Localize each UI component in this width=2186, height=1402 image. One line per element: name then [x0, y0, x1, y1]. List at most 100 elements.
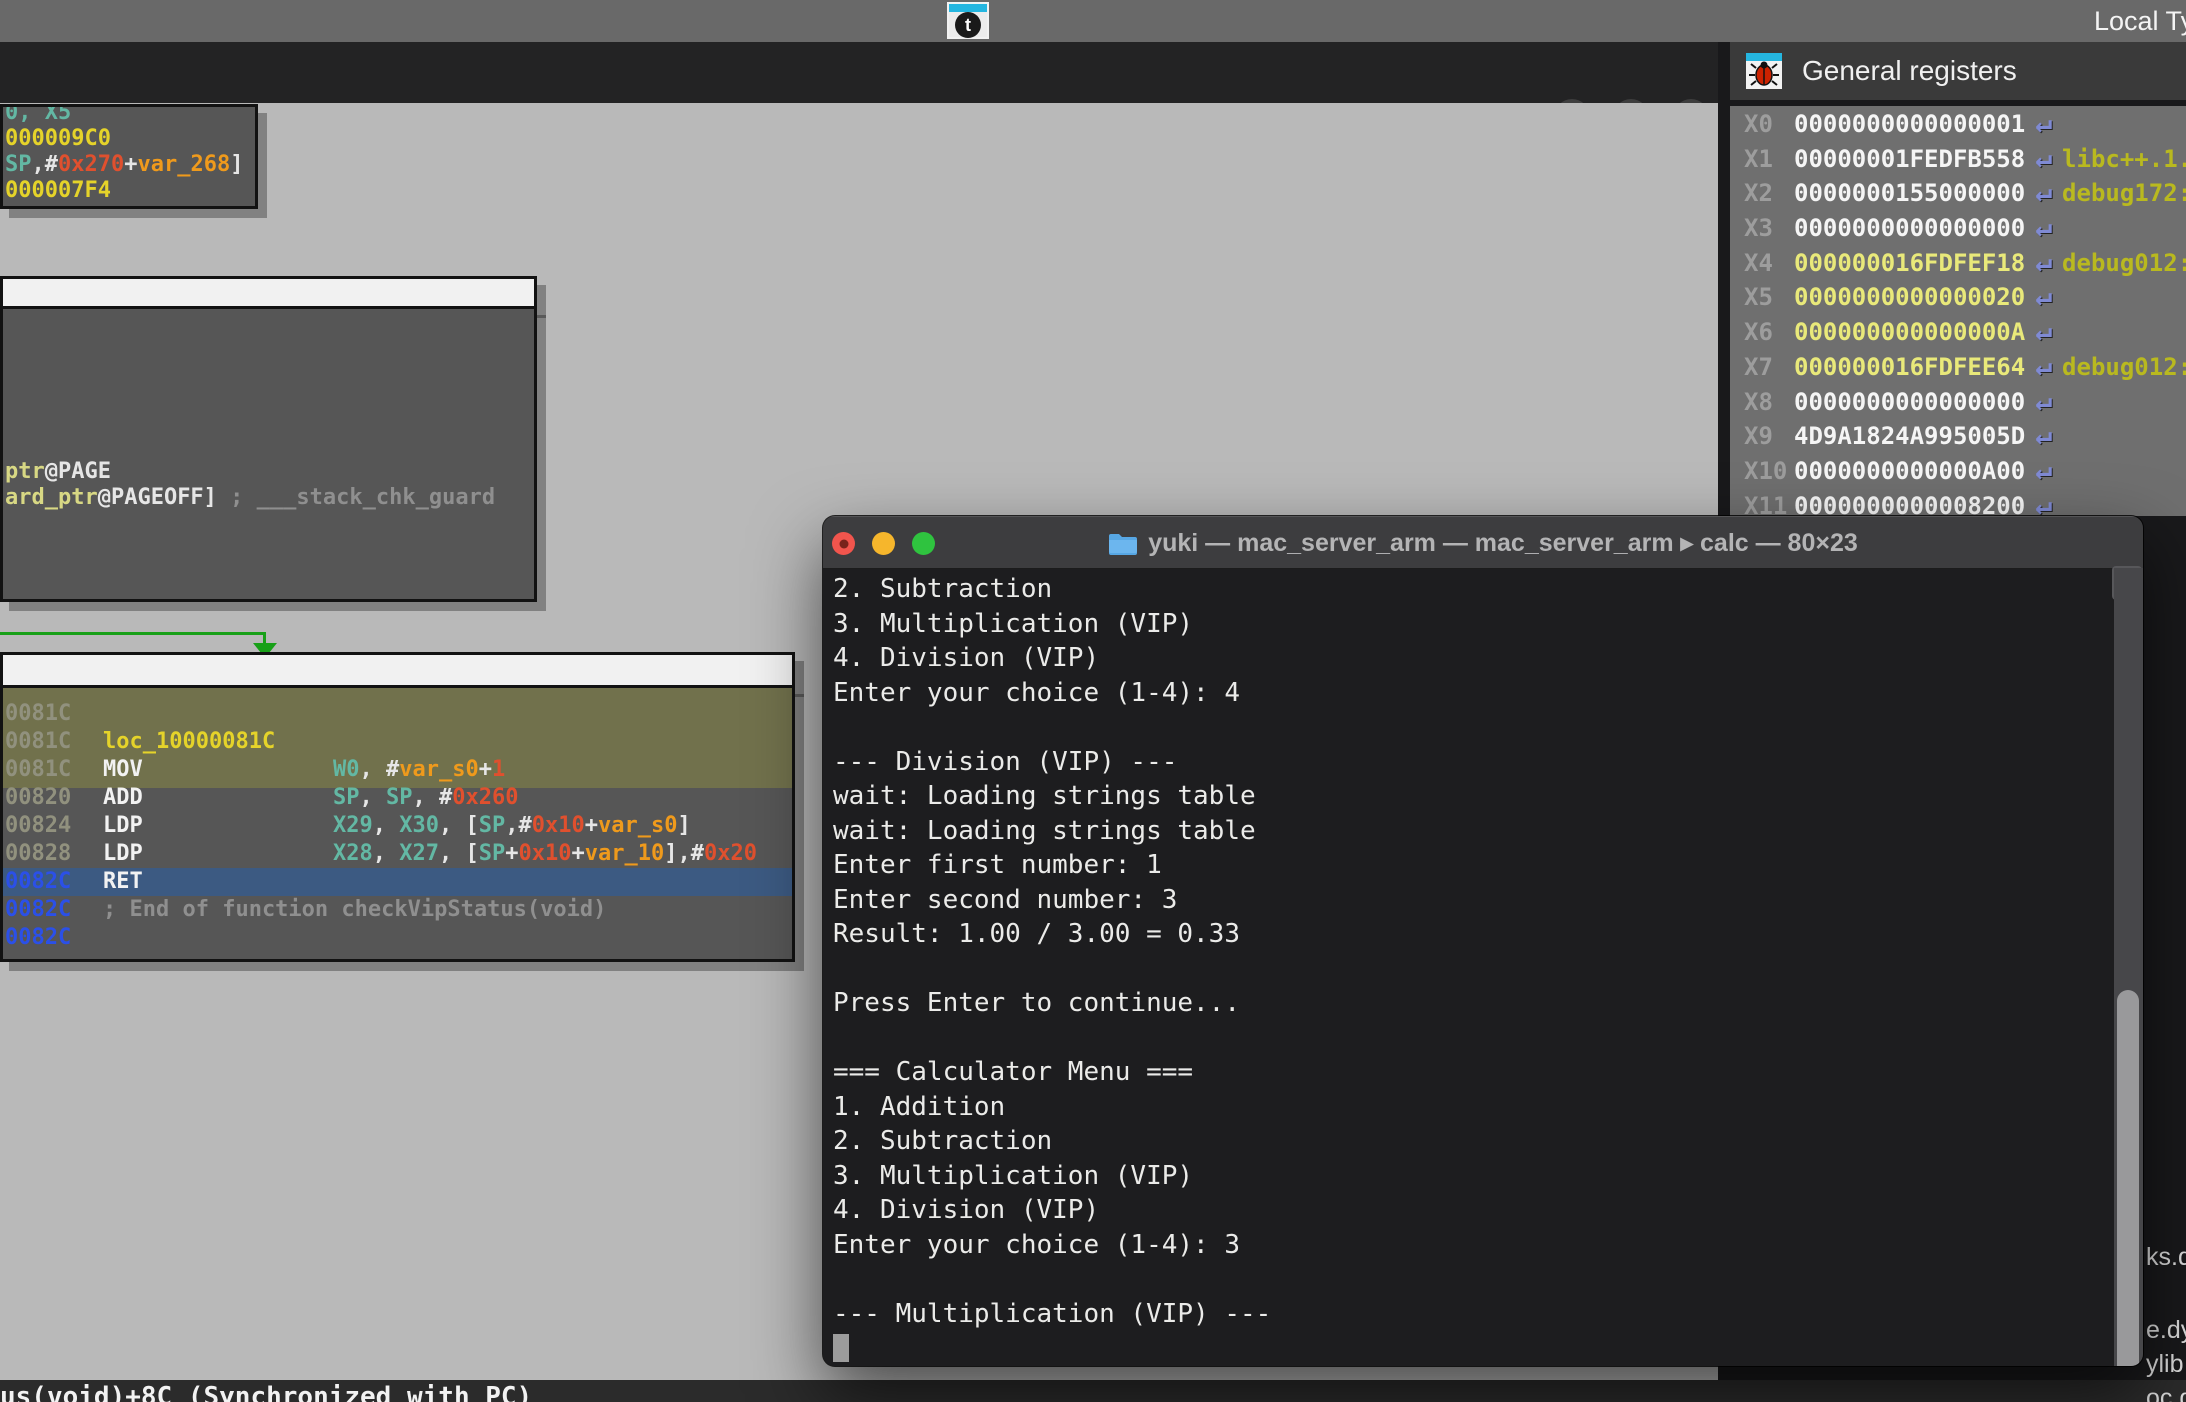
register-row[interactable]: X80000000000000000↵ [1730, 384, 2186, 419]
menu-bar: t Local Ty [0, 0, 2186, 42]
asm-segment: + [479, 757, 492, 782]
terminal-line [833, 1262, 2103, 1297]
terminal-line: 2. Subtraction [833, 1124, 2103, 1159]
register-row[interactable]: X50000000000000020↵ [1730, 279, 2186, 314]
register-row[interactable]: X7000000016FDFEE64↵debug012: [1730, 349, 2186, 384]
asm-operands: X29, X30, [SP,#0x10+var_s0] [333, 813, 691, 838]
asm-row[interactable]: 00824 LDPX29, X30, [SP,#0x10+var_s0] [3, 812, 792, 840]
graph-node-top[interactable]: 0, X5000009C0SP,#0x270+var_268]000007F4 [0, 104, 258, 209]
register-name: X6 [1744, 315, 1794, 350]
modules-panel-sliver: ks.de.dyyliboc.d [2143, 516, 2186, 1396]
return-arrow-icon[interactable]: ↵ [2035, 279, 2052, 312]
graph-node-bottom-header[interactable] [0, 652, 795, 688]
asm-row[interactable]: 0082C [3, 924, 792, 952]
terminal-line: 4. Division (VIP) [833, 1193, 2103, 1228]
module-name-fragment: ylib [2146, 1350, 2184, 1379]
asm-segment: + [505, 841, 518, 866]
asm-segment: , [505, 813, 518, 838]
graph-node-bottom[interactable]: 0081C0081Cloc_10000081C0081CMOVW0, #var_… [0, 685, 795, 962]
asm-row[interactable]: 0082C; End of function checkVipStatus(vo… [3, 896, 792, 924]
register-value: 00000001FEDFB558 [1794, 145, 2025, 173]
asm-segment: 0x10 [532, 813, 585, 838]
register-value: 0000000000000001 [1794, 110, 2025, 138]
register-row[interactable]: X00000000000000001 ↵ [1730, 106, 2186, 141]
terminal-content[interactable]: 2. Subtraction3. Multiplication (VIP)4. … [833, 572, 2103, 1362]
registers-list[interactable]: X00000000000000001↵X100000001FEDFB558↵li… [1730, 106, 2186, 516]
register-row[interactable]: X94D9A1824A995005D↵ [1730, 418, 2186, 453]
asm-segment: SP [333, 785, 360, 810]
asm-row[interactable]: 0081C [3, 700, 792, 728]
return-arrow-icon[interactable]: ↵ [2035, 488, 2052, 516]
asm-segment: var_268 [137, 152, 230, 177]
terminal-line: 1. Addition [833, 1090, 2103, 1125]
asm-row[interactable]: 0082CRET [3, 868, 792, 896]
register-comment: debug012: [2062, 249, 2186, 277]
module-name-fragment: e.dy [2146, 1316, 2186, 1345]
asm-mnemonic: LDP [103, 812, 333, 840]
asm-row[interactable]: 0081Cloc_10000081C [3, 728, 792, 756]
register-name: X3 [1744, 211, 1794, 246]
terminal-scrollbar-track[interactable] [2114, 568, 2143, 1366]
asm-segment: ptr [5, 459, 45, 484]
register-name: X0 [1744, 107, 1794, 142]
register-comment: libc++.1. [2062, 145, 2186, 173]
terminal-line: 3. Multiplication (VIP) [833, 1159, 2103, 1194]
register-row[interactable]: X100000001FEDFB558↵libc++.1. [1730, 141, 2186, 176]
graph-node-mid[interactable]: ptr@PAGEard_ptr@PAGEOFF] ; ___stack_chk_… [0, 306, 537, 602]
return-arrow-icon[interactable]: ↵ [2035, 453, 2052, 486]
return-arrow-icon[interactable]: ↵ [2035, 384, 2052, 417]
register-row[interactable]: X110000000000008200 ↵ [1730, 488, 2186, 516]
return-arrow-icon[interactable]: ↵ [2035, 210, 2052, 243]
asm-operands: SP, SP, #0x260 [333, 785, 518, 810]
app-window-icon[interactable]: t [947, 2, 989, 39]
asm-address: 00828 [5, 840, 71, 868]
asm-line: 000009C0 [5, 126, 255, 152]
bug-window-icon [1746, 53, 1782, 89]
asm-address: 00824 [5, 812, 71, 840]
asm-segment: 0x10 [519, 841, 572, 866]
asm-row[interactable]: 0081CMOVW0, #var_s0+1 [3, 756, 792, 784]
asm-segment: , [32, 152, 45, 177]
terminal-line: Enter first number: 1 [833, 848, 2103, 883]
local-types-label[interactable]: Local Ty [2094, 6, 2186, 37]
register-row[interactable]: X30000000000000000↵ [1730, 210, 2186, 245]
terminal-title-text: yuki — mac_server_arm — mac_server_arm ▸… [1148, 529, 1858, 557]
return-arrow-icon[interactable]: ↵ [2035, 141, 2052, 174]
return-arrow-icon[interactable]: ↵ [2035, 314, 2052, 347]
return-arrow-icon[interactable]: ↵ [2035, 349, 2052, 382]
register-row[interactable]: X6000000000000000A↵ [1730, 314, 2186, 349]
asm-segment: ] [230, 152, 243, 177]
return-arrow-icon[interactable]: ↵ [2035, 418, 2052, 451]
return-arrow-icon[interactable]: ↵ [2035, 175, 2052, 208]
register-row[interactable]: X20000000155000000↵debug172: [1730, 175, 2186, 210]
return-arrow-icon[interactable]: ↵ [2035, 245, 2052, 278]
asm-row[interactable]: 00828LDPX28, X27, [SP+0x10+var_10],#0x20 [3, 840, 792, 868]
asm-line: ard_ptr@PAGEOFF] ; ___stack_chk_guard [5, 485, 534, 511]
register-row[interactable]: X100000000000000A00↵ [1730, 453, 2186, 488]
terminal-line: Enter second number: 3 [833, 883, 2103, 918]
asm-segment: @PAGEOFF] [98, 485, 217, 510]
graph-node-mid-header[interactable] [0, 276, 537, 309]
register-value: 000000016FDFEF18 [1794, 249, 2025, 277]
register-name: X5 [1744, 280, 1794, 315]
terminal-window[interactable]: yuki — mac_server_arm — mac_server_arm ▸… [823, 516, 2143, 1366]
asm-segment: X30 [399, 813, 439, 838]
register-value: 0000000155000000 [1794, 179, 2025, 207]
terminal-titlebar[interactable]: yuki — mac_server_arm — mac_server_arm ▸… [823, 516, 2143, 569]
asm-row[interactable]: 00820ADDSP, SP, #0x260 [3, 784, 792, 812]
asm-segment: ], [664, 841, 691, 866]
return-arrow-icon[interactable]: ↵ [2035, 106, 2052, 139]
terminal-scrollbar-thumb[interactable] [2117, 990, 2139, 1366]
register-name: X11 [1744, 489, 1794, 516]
icon-titlebar [949, 4, 987, 12]
registers-titlebar[interactable]: General registers [1730, 42, 2186, 100]
asm-segment: , [413, 785, 440, 810]
terminal-cursor[interactable] [833, 1334, 849, 1362]
terminal-line: Enter your choice (1-4): 3 [833, 1228, 2103, 1263]
asm-segment: SP [479, 813, 506, 838]
asm-address: 0082C [5, 868, 71, 896]
register-value: 0000000000008200 [1794, 492, 2025, 516]
asm-segment: X29 [333, 813, 373, 838]
register-value: 4D9A1824A995005D [1794, 422, 2025, 450]
register-row[interactable]: X4000000016FDFEF18↵debug012: [1730, 245, 2186, 280]
